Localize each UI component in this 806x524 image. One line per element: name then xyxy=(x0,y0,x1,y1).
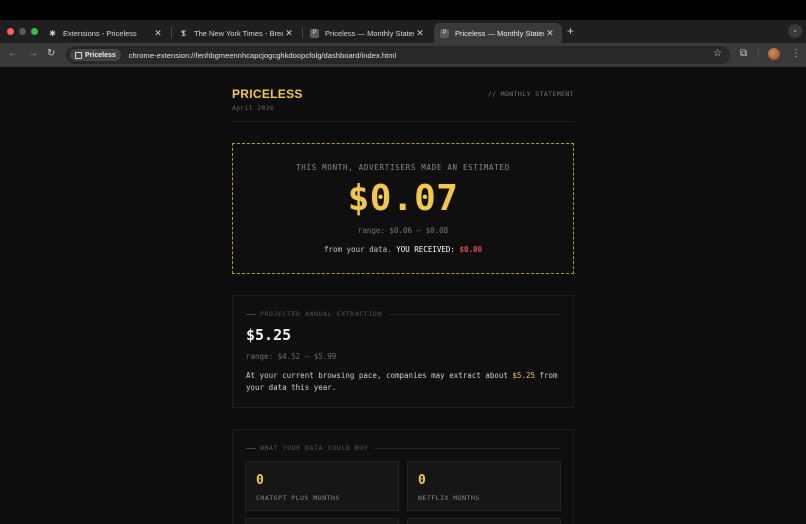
annual-range: range: $4.52 – $5.99 xyxy=(246,352,337,361)
minimize-window-button[interactable] xyxy=(19,28,26,35)
buy-tile-next xyxy=(407,518,561,524)
dashboard-page: PRICELESS April 2026 // MONTHLY STATEMEN… xyxy=(0,67,806,524)
buy-tile-next xyxy=(245,518,399,524)
profile-avatar[interactable] xyxy=(768,48,780,60)
extensions-puzzle-icon[interactable]: ⧉ xyxy=(740,48,747,59)
maximize-window-button[interactable] xyxy=(31,28,38,35)
priceless-icon: P xyxy=(440,28,449,38)
title-dash xyxy=(246,447,256,449)
tab-close-icon[interactable]: ✕ xyxy=(283,28,295,39)
extension-page-icon xyxy=(75,51,82,59)
tab-extensions[interactable]: ✱ Extensions - Priceless ✕ xyxy=(42,23,170,43)
tab-priceless-active[interactable]: P Priceless — Monthly Stateme ✕ xyxy=(434,23,562,43)
tab-priceless-1[interactable]: P Priceless — Monthly Stateme ✕ xyxy=(304,23,432,43)
annual-text-prefix: At your current browsing pace, companies… xyxy=(246,371,513,380)
menu-kebab-icon[interactable]: ⋮ xyxy=(791,48,801,59)
received-prefix: from your data. xyxy=(323,245,397,254)
received-value: $0.00 xyxy=(459,245,483,254)
buy-section-title: WHAT YOUR DATA COULD BUY xyxy=(246,444,560,452)
toolbar-divider: | xyxy=(757,48,760,59)
title-dash xyxy=(246,313,256,315)
annual-section-title: PROJECTED ANNUAL EXTRACTION xyxy=(246,310,560,318)
address-bar[interactable]: Priceless chrome-extension://fenhbgmeenn… xyxy=(66,46,730,64)
bookmark-star-icon[interactable]: ☆ xyxy=(713,48,722,59)
site-chip[interactable]: Priceless xyxy=(70,49,121,61)
buy-value: 0 xyxy=(418,473,426,488)
site-chip-label: Priceless xyxy=(85,51,116,59)
data-could-buy-card: WHAT YOUR DATA COULD BUY 0 CHATGPT PLUS … xyxy=(232,429,574,524)
buy-tile-chatgpt: 0 CHATGPT PLUS MONTHS xyxy=(245,461,399,511)
hero-amount: $0.07 xyxy=(347,178,459,219)
header-divider xyxy=(232,121,574,122)
tab-search-icon[interactable]: ⌄ xyxy=(788,24,802,38)
tab-title: Priceless — Monthly Stateme xyxy=(325,28,414,38)
tab-title: Priceless — Monthly Stateme xyxy=(455,28,544,38)
hero-received-line: from your data. YOU RECEIVED: $0.00 xyxy=(233,245,573,254)
buy-label: NETFLIX MONTHS xyxy=(418,494,480,502)
close-window-button[interactable] xyxy=(7,28,14,35)
browser-toolbar: ← → ↻ Priceless chrome-extension://fenhb… xyxy=(0,43,806,67)
tab-separator xyxy=(171,27,172,38)
tab-strip: ✱ Extensions - Priceless ✕ 𝕿 The New Yor… xyxy=(0,20,806,43)
received-label: YOU RECEIVED: xyxy=(396,245,455,254)
buy-tile-netflix: 0 NETFLIX MONTHS xyxy=(407,461,561,511)
title-rule xyxy=(374,447,560,449)
buy-title-text: WHAT YOUR DATA COULD BUY xyxy=(260,444,369,452)
new-tab-button[interactable]: + xyxy=(567,24,574,38)
monthly-estimate-card: THIS MONTH, ADVERTISERS MADE AN ESTIMATE… xyxy=(232,143,574,274)
buy-value: 0 xyxy=(256,473,264,488)
annual-extraction-card: PROJECTED ANNUAL EXTRACTION $5.25 range:… xyxy=(232,295,574,408)
hero-range: range: $0.06 – $0.08 xyxy=(357,226,449,235)
statement-month: April 2026 xyxy=(232,104,275,112)
annual-title-text: PROJECTED ANNUAL EXTRACTION xyxy=(260,310,382,318)
tab-title: The New York Times - Breaki xyxy=(194,28,283,38)
buy-label: CHATGPT PLUS MONTHS xyxy=(256,494,340,502)
annual-amount: $5.25 xyxy=(246,326,292,344)
priceless-icon: P xyxy=(310,28,319,38)
statement-tagline: // MONTHLY STATEMENT xyxy=(487,90,574,98)
tab-title: Extensions - Priceless xyxy=(63,28,137,38)
title-rule xyxy=(387,313,560,315)
reload-icon[interactable]: ↻ xyxy=(47,48,55,59)
url-text[interactable]: chrome-extension://fenhbgmeennhcapcjogcg… xyxy=(129,51,397,60)
tab-close-icon[interactable]: ✕ xyxy=(414,28,426,39)
brand-title: PRICELESS xyxy=(232,87,303,101)
tab-close-icon[interactable]: ✕ xyxy=(544,28,556,39)
tab-separator xyxy=(302,27,303,38)
puzzle-icon: ✱ xyxy=(49,28,56,38)
forward-icon[interactable]: → xyxy=(28,48,38,59)
annual-text-highlight: $5.25 xyxy=(512,371,535,380)
back-icon[interactable]: ← xyxy=(8,48,18,59)
nyt-icon: 𝕿 xyxy=(181,27,186,38)
tab-nyt[interactable]: 𝕿 The New York Times - Breaki ✕ xyxy=(173,23,301,43)
annual-description: At your current browsing pace, companies… xyxy=(246,370,566,394)
tab-close-icon[interactable]: ✕ xyxy=(152,28,164,39)
hero-label: THIS MONTH, ADVERTISERS MADE AN ESTIMATE… xyxy=(296,163,510,172)
screen-top-bar xyxy=(0,0,806,20)
